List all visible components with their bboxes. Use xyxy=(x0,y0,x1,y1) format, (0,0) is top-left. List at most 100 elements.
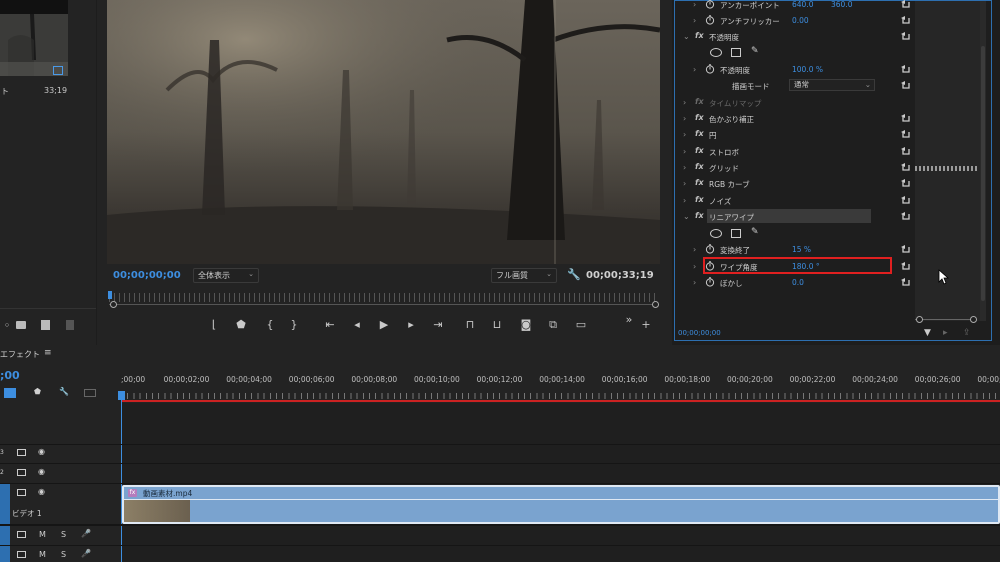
pen-mask-icon[interactable]: ✎ xyxy=(751,46,759,56)
param-row[interactable]: › ぼかし 0.0 xyxy=(675,275,915,291)
sync-lock-icon[interactable] xyxy=(17,449,26,456)
fit-dropdown[interactable]: 全体表示 ⌄ xyxy=(193,268,259,283)
solo-button[interactable]: S xyxy=(61,550,66,559)
step-back-icon[interactable]: ◂ xyxy=(350,318,364,332)
play-audio-icon[interactable]: ▸ xyxy=(943,328,948,338)
stopwatch-icon[interactable] xyxy=(705,244,715,254)
eye-icon[interactable]: ◉ xyxy=(38,487,45,496)
blend-mode-dropdown[interactable]: 通常 ⌄ xyxy=(789,79,875,91)
new-bin-icon[interactable]: ◦ xyxy=(0,319,14,333)
zoom-handle-left[interactable] xyxy=(110,301,117,308)
effect-row[interactable]: › fx ノイズ xyxy=(675,193,915,209)
expand-chevron-icon[interactable]: › xyxy=(693,262,696,271)
reset-effect-icon[interactable] xyxy=(900,162,911,173)
fx-toggle-icon[interactable]: fx xyxy=(695,146,704,155)
reset-effect-icon[interactable] xyxy=(900,31,911,42)
folder-icon[interactable] xyxy=(16,321,26,329)
expand-chevron-icon[interactable]: › xyxy=(693,245,696,254)
ec-zoom-bar[interactable] xyxy=(915,319,975,320)
panel-menu-icon[interactable]: ≡ xyxy=(44,348,52,358)
add-marker-icon[interactable]: ⬟ xyxy=(34,387,41,396)
filter-icon[interactable]: ▼ xyxy=(924,328,931,338)
expand-chevron-icon[interactable]: › xyxy=(683,147,686,156)
reset-param-icon[interactable] xyxy=(900,277,911,288)
param-row[interactable]: › アンカーポイント 640.0 360.0 xyxy=(675,0,915,13)
rectangle-mask-icon[interactable] xyxy=(731,48,741,57)
sync-lock-icon[interactable] xyxy=(17,469,26,476)
wrench-icon[interactable]: 🔧 xyxy=(567,268,581,281)
timeline-panel-title[interactable]: エフェクト xyxy=(0,349,40,360)
ellipse-mask-icon[interactable] xyxy=(710,48,722,57)
expand-chevron-icon[interactable]: › xyxy=(683,98,686,107)
step-back-in-icon[interactable]: ⇤ xyxy=(323,318,337,332)
reset-param-icon[interactable] xyxy=(900,261,911,272)
fx-toggle-icon[interactable]: fx xyxy=(695,129,704,138)
expand-chevron-icon[interactable]: › xyxy=(683,114,686,123)
expand-chevron-icon[interactable]: › xyxy=(683,163,686,172)
ec-footer-timecode[interactable]: 00;00;00;00 xyxy=(678,329,721,337)
effect-row[interactable]: › fx RGB カーブ xyxy=(675,176,915,192)
pen-mask-icon[interactable]: ✎ xyxy=(751,227,759,237)
program-time-ruler[interactable] xyxy=(109,293,659,302)
program-playhead[interactable] xyxy=(108,291,112,299)
effect-row[interactable]: › fx 円 xyxy=(675,127,915,143)
camera-icon[interactable]: ◙ xyxy=(519,318,533,332)
expand-chevron-icon[interactable]: › xyxy=(693,65,696,74)
param-value[interactable]: 0.00 xyxy=(792,16,809,25)
program-current-timecode[interactable]: 00;00;00;00 xyxy=(113,270,181,281)
fx-toggle-icon[interactable]: fx xyxy=(695,97,704,106)
reset-effect-icon[interactable] xyxy=(900,195,911,206)
effect-row[interactable]: › fx ストロボ xyxy=(675,144,915,160)
reset-param-icon[interactable] xyxy=(900,0,911,10)
snap-icon[interactable] xyxy=(4,388,16,398)
effect-row[interactable]: › fx グリッド xyxy=(675,160,915,176)
video-clip[interactable]: fx 動画素材.mp4 xyxy=(122,485,1000,524)
param-value[interactable]: 0.0 xyxy=(792,278,804,287)
expand-chevron-icon[interactable]: › xyxy=(683,196,686,205)
reset-param-icon[interactable] xyxy=(900,64,911,75)
source-patch-v1[interactable] xyxy=(0,484,10,524)
ec-zoom-handle-right[interactable] xyxy=(970,316,977,323)
add-marker-icon[interactable]: ⬟ xyxy=(234,318,248,332)
sync-lock-icon[interactable] xyxy=(17,489,26,496)
reset-effect-icon[interactable] xyxy=(900,178,911,189)
new-item-icon[interactable] xyxy=(41,320,50,330)
go-to-in-icon[interactable]: { xyxy=(263,318,277,332)
ec-zoom-handle-left[interactable] xyxy=(916,316,923,323)
stopwatch-icon[interactable] xyxy=(705,277,715,287)
eye-icon[interactable]: ◉ xyxy=(38,467,45,476)
mask-tools-row[interactable]: ✎ xyxy=(675,226,915,242)
microphone-icon[interactable]: 🎤 xyxy=(81,529,91,538)
reset-param-icon[interactable] xyxy=(900,80,911,91)
export-icon[interactable]: ⇪ xyxy=(963,328,971,338)
step-forward-out-icon[interactable]: ⇥ xyxy=(431,318,445,332)
play-icon[interactable]: ▶ xyxy=(377,318,391,332)
microphone-icon[interactable]: 🎤 xyxy=(81,549,91,558)
go-to-out-icon[interactable]: } xyxy=(287,318,301,332)
fx-toggle-icon[interactable]: fx xyxy=(695,31,704,40)
effect-row[interactable]: ⌄ fx リニアワイプ xyxy=(675,209,915,225)
solo-button[interactable]: S xyxy=(61,530,66,539)
param-value[interactable]: 640.0 xyxy=(792,0,813,9)
source-patch-a1[interactable] xyxy=(0,526,10,545)
source-patch-a2[interactable] xyxy=(0,546,10,562)
expand-chevron-icon[interactable]: ⌄ xyxy=(683,212,690,221)
expand-chevron-icon[interactable]: › xyxy=(683,179,686,188)
timeline-ruler[interactable]: ;00;00 00;00;02;00 00;00;04;00 00;00;06;00 0… xyxy=(121,375,1000,403)
trash-icon[interactable] xyxy=(66,320,74,330)
param-row[interactable]: › 不透明度 100.0 % xyxy=(675,62,915,78)
reset-effect-icon[interactable] xyxy=(900,146,911,157)
param-value-2[interactable]: 360.0 xyxy=(831,0,852,9)
mark-in-icon[interactable]: ⌊ xyxy=(207,318,221,332)
wrench-icon[interactable]: 🔧 xyxy=(59,387,69,396)
clip-thumbnail[interactable] xyxy=(0,0,68,76)
button-editor-icon[interactable]: + xyxy=(639,318,653,332)
work-area-bar[interactable] xyxy=(121,400,1000,402)
fx-toggle-icon[interactable]: fx xyxy=(695,113,704,122)
lift-icon[interactable]: ⊓ xyxy=(463,318,477,332)
reset-effect-icon[interactable] xyxy=(900,211,911,222)
zoom-scroll-bar[interactable] xyxy=(109,304,659,305)
zoom-handle-right[interactable] xyxy=(652,301,659,308)
mute-button[interactable]: M xyxy=(39,530,46,539)
reset-param-icon[interactable] xyxy=(900,15,911,26)
